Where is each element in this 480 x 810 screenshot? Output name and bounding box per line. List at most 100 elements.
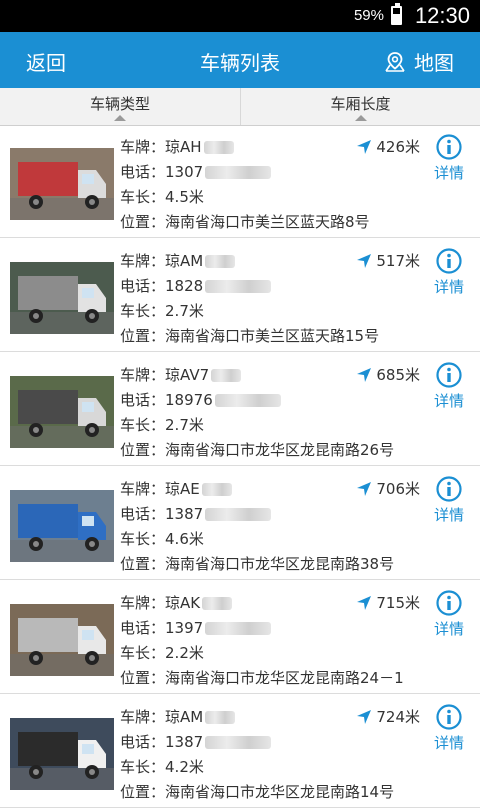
detail-link[interactable]: 详情	[434, 276, 464, 297]
blurred-text	[205, 622, 272, 635]
truck-image-icon	[10, 490, 114, 562]
truck-photo	[10, 604, 114, 676]
truck-image-icon	[10, 718, 114, 790]
phone-label: 电话：	[120, 163, 166, 181]
distance-value: 715米	[376, 594, 420, 612]
list-item[interactable]: 车牌：琼AV7 电话：18976 车长：2.7米 位置：海南省海口市龙华区龙昆南…	[0, 354, 480, 466]
info-icon[interactable]	[436, 476, 462, 502]
location-label: 位置：	[120, 783, 166, 801]
list-item[interactable]: 车牌：琼AM 电话：1828 车长：2.7米 位置：海南省海口市美兰区蓝天路15…	[0, 240, 480, 352]
location-address: 海南省海口市龙华区龙昆南路38号	[165, 555, 395, 573]
blurred-text	[201, 483, 232, 496]
filter-vehicle-type-label: 车辆类型	[89, 95, 150, 113]
location-line: 位置：海南省海口市龙华区龙昆南路26号	[120, 439, 394, 460]
plate-number: 琼AV7	[165, 366, 210, 384]
map-button[interactable]: 地图	[384, 47, 454, 76]
length-label: 车长：	[120, 302, 166, 320]
plate-line: 车牌：琼AV7	[120, 364, 242, 385]
plate-line: 车牌：琼AM	[120, 250, 236, 271]
blurred-text	[214, 394, 281, 407]
detail-link[interactable]: 详情	[434, 162, 464, 183]
filter-compartment-length-label: 车厢长度	[330, 95, 391, 113]
plate-number: 琼AK	[165, 594, 201, 612]
detail-link[interactable]: 详情	[434, 390, 464, 411]
navigation-arrow-icon	[357, 595, 372, 610]
location-line: 位置：海南省海口市龙华区龙昆南路24－1	[120, 667, 404, 688]
triangle-up-icon	[355, 115, 367, 121]
phone-number: 1397	[165, 619, 204, 637]
list-item[interactable]: 车牌：琼AH 电话：1307 车长：4.5米 位置：海南省海口市美兰区蓝天路8号…	[0, 126, 480, 238]
plate-line: 车牌：琼AE	[120, 478, 232, 499]
list-item[interactable]: 车牌：琼AK 电话：1397 车长：2.2米 位置：海南省海口市龙华区龙昆南路2…	[0, 582, 480, 694]
length-line: 车长：2.2米	[120, 642, 204, 663]
length-label: 车长：	[120, 644, 166, 662]
phone-label: 电话：	[120, 619, 166, 637]
plate-line: 车牌：琼AK	[120, 592, 233, 613]
truck-photo	[10, 376, 114, 448]
distance-value: 724米	[376, 708, 420, 726]
map-pin-icon	[385, 51, 405, 72]
phone-line: 电话：1387	[120, 731, 272, 752]
vehicle-length: 4.6米	[165, 530, 204, 548]
plate-number: 琼AM	[165, 708, 204, 726]
filter-compartment-length[interactable]: 车厢长度	[240, 88, 480, 125]
info-icon[interactable]	[436, 134, 462, 160]
phone-number: 1307	[165, 163, 204, 181]
vehicle-length: 2.2米	[165, 644, 204, 662]
detail-link[interactable]: 详情	[434, 732, 464, 753]
info-icon[interactable]	[436, 590, 462, 616]
vehicle-length: 2.7米	[165, 302, 204, 320]
list-item[interactable]: 车牌：琼AM 电话：1387 车长：4.2米 位置：海南省海口市龙华区龙昆南路1…	[0, 696, 480, 808]
location-line: 位置：海南省海口市龙华区龙昆南路38号	[120, 553, 394, 574]
distance-value: 517米	[376, 252, 420, 270]
vehicle-length: 2.7米	[165, 416, 204, 434]
distance-value: 706米	[376, 480, 420, 498]
truck-image-icon	[10, 604, 114, 676]
phone-line: 电话：1307	[120, 161, 272, 182]
location-address: 海南省海口市美兰区蓝天路8号	[165, 213, 370, 231]
length-line: 车长：4.6米	[120, 528, 204, 549]
location-label: 位置：	[120, 669, 166, 687]
plate-label: 车牌：	[120, 480, 166, 498]
vehicle-length: 4.2米	[165, 758, 204, 776]
truck-photo	[10, 718, 114, 790]
blurred-text	[205, 711, 236, 724]
plate-label: 车牌：	[120, 252, 166, 270]
phone-label: 电话：	[120, 505, 166, 523]
vehicle-list: 车牌：琼AH 电话：1307 车长：4.5米 位置：海南省海口市美兰区蓝天路8号…	[0, 126, 480, 810]
detail-link[interactable]: 详情	[434, 618, 464, 639]
plate-label: 车牌：	[120, 366, 166, 384]
location-label: 位置：	[120, 213, 166, 231]
distance: 706米	[356, 478, 420, 499]
info-icon[interactable]	[436, 248, 462, 274]
info-icon[interactable]	[436, 704, 462, 730]
location-address: 海南省海口市龙华区龙昆南路26号	[165, 441, 395, 459]
length-label: 车长：	[120, 530, 166, 548]
length-label: 车长：	[120, 188, 166, 206]
phone-label: 电话：	[120, 277, 166, 295]
info-icon[interactable]	[436, 362, 462, 388]
location-address: 海南省海口市龙华区龙昆南路14号	[165, 783, 395, 801]
detail-link[interactable]: 详情	[434, 504, 464, 525]
navigation-arrow-icon	[357, 139, 372, 154]
plate-label: 车牌：	[120, 708, 166, 726]
phone-number: 1387	[165, 505, 204, 523]
list-item[interactable]: 车牌：琼AE 电话：1387 车长：4.6米 位置：海南省海口市龙华区龙昆南路3…	[0, 468, 480, 580]
navigation-arrow-icon	[357, 481, 372, 496]
triangle-up-icon	[114, 115, 126, 121]
status-bar: 59% 12:30	[0, 0, 480, 32]
distance-value: 685米	[376, 366, 420, 384]
location-label: 位置：	[120, 441, 166, 459]
map-button-label: 地图	[414, 51, 454, 75]
blurred-text	[205, 166, 272, 179]
distance: 685米	[356, 364, 420, 385]
length-label: 车长：	[120, 758, 166, 776]
filter-vehicle-type[interactable]: 车辆类型	[0, 88, 240, 125]
location-address: 海南省海口市龙华区龙昆南路24－1	[165, 669, 404, 687]
truck-photo	[10, 262, 114, 334]
blurred-text	[203, 141, 234, 154]
phone-number: 18976	[165, 391, 213, 409]
length-line: 车长：4.5米	[120, 186, 204, 207]
distance-value: 426米	[376, 138, 420, 156]
phone-number: 1387	[165, 733, 204, 751]
